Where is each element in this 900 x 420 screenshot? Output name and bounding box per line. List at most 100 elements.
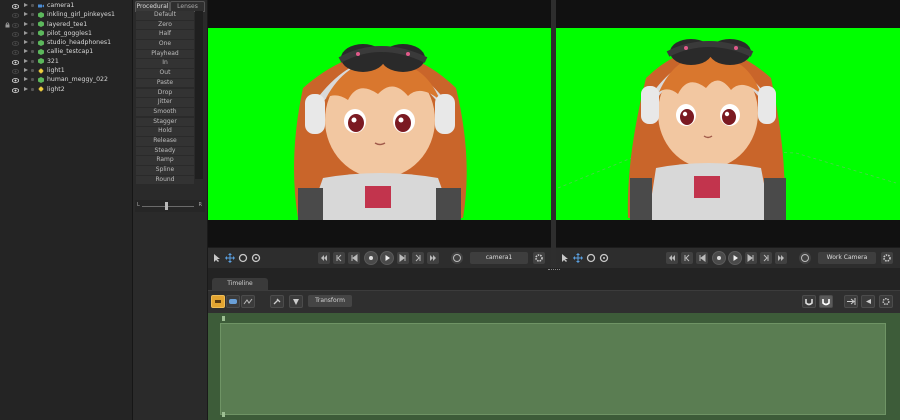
slider-handle[interactable] bbox=[165, 202, 168, 210]
influence-slider[interactable]: L R bbox=[135, 200, 205, 212]
preset-item[interactable]: Drop bbox=[136, 88, 194, 99]
range-start-marker[interactable] bbox=[222, 316, 225, 321]
outliner-row[interactable]: light1 bbox=[0, 66, 132, 75]
fit-range-button[interactable] bbox=[844, 295, 858, 308]
render-toggle-icon[interactable] bbox=[31, 4, 34, 7]
go-end-button[interactable] bbox=[427, 252, 439, 264]
camera-selector[interactable]: Work Camera bbox=[818, 252, 876, 264]
prev-key-button[interactable] bbox=[333, 252, 345, 264]
bake-key-button[interactable] bbox=[289, 295, 303, 308]
expand-arrow-icon[interactable] bbox=[24, 68, 28, 73]
magnet-snap-button[interactable] bbox=[802, 295, 816, 308]
range-end-marker[interactable] bbox=[222, 412, 225, 417]
preset-item[interactable]: Stagger bbox=[136, 117, 194, 128]
visibility-eye-icon[interactable] bbox=[11, 40, 20, 47]
play-button[interactable] bbox=[728, 251, 742, 265]
render-toggle-icon[interactable] bbox=[31, 13, 34, 17]
preset-item[interactable]: Jitter bbox=[136, 98, 194, 108]
orbit-tool-icon[interactable] bbox=[599, 253, 609, 263]
render-toggle-icon[interactable] bbox=[31, 41, 34, 45]
render-toggle-icon[interactable] bbox=[31, 87, 34, 91]
move-tool-icon[interactable] bbox=[225, 253, 235, 263]
expand-arrow-icon[interactable] bbox=[24, 86, 28, 91]
panel-resize-grip[interactable] bbox=[548, 269, 560, 273]
graph-mode-button[interactable] bbox=[241, 295, 255, 308]
rotate-tool-icon[interactable] bbox=[238, 253, 248, 263]
outliner-row[interactable]: inkling_girl_pinkeyes1 bbox=[0, 10, 132, 19]
visibility-eye-icon[interactable] bbox=[11, 77, 20, 84]
expand-arrow-icon[interactable] bbox=[24, 40, 28, 45]
prev-frame-button[interactable] bbox=[696, 252, 708, 264]
play-button[interactable] bbox=[380, 251, 394, 265]
preset-item[interactable]: Out bbox=[136, 69, 194, 79]
preset-item[interactable]: Half bbox=[136, 30, 194, 40]
viewport-left[interactable]: camera1 bbox=[208, 0, 551, 268]
orbit-tool-icon[interactable] bbox=[251, 253, 261, 263]
preset-item[interactable]: Smooth bbox=[136, 107, 194, 118]
go-end-button[interactable] bbox=[775, 252, 787, 264]
prev-key-button[interactable] bbox=[681, 252, 693, 264]
preset-item[interactable]: Default bbox=[136, 11, 194, 21]
expand-arrow-icon[interactable] bbox=[24, 12, 28, 17]
render-toggle-icon[interactable] bbox=[31, 31, 34, 35]
render-settings-icon[interactable] bbox=[799, 252, 811, 264]
outliner-row[interactable]: camera1 bbox=[0, 1, 132, 10]
channel-dropdown[interactable]: Transform bbox=[308, 295, 352, 307]
visibility-eye-icon[interactable] bbox=[11, 31, 20, 37]
next-key-button[interactable] bbox=[760, 252, 772, 264]
outliner-row[interactable]: pilot_goggles1 bbox=[0, 29, 132, 38]
expand-arrow-icon[interactable] bbox=[24, 30, 28, 35]
render-toggle-icon[interactable] bbox=[31, 69, 34, 73]
keyframe-mode-button[interactable] bbox=[211, 295, 225, 308]
expand-arrow-icon[interactable] bbox=[24, 58, 28, 63]
next-key-button[interactable] bbox=[412, 252, 424, 264]
viewport-gear-icon[interactable] bbox=[533, 252, 545, 264]
render-settings-icon[interactable] bbox=[451, 252, 463, 264]
render-toggle-icon[interactable] bbox=[31, 22, 34, 26]
preset-item[interactable]: Paste bbox=[136, 78, 194, 89]
go-start-button[interactable] bbox=[318, 252, 330, 264]
select-tool-icon[interactable] bbox=[212, 253, 222, 263]
tab-timeline[interactable]: Timeline bbox=[212, 278, 268, 290]
visibility-eye-icon[interactable] bbox=[11, 59, 20, 65]
timeline-track[interactable] bbox=[220, 323, 886, 415]
set-key-button[interactable] bbox=[270, 295, 284, 308]
preset-scrollbar[interactable] bbox=[195, 11, 203, 179]
preset-item[interactable]: One bbox=[136, 40, 194, 50]
outliner-row[interactable]: human_meggy_022 bbox=[0, 75, 132, 84]
visibility-eye-icon[interactable] bbox=[11, 68, 20, 74]
timeline-track-area[interactable] bbox=[208, 313, 900, 420]
visibility-eye-icon[interactable] bbox=[11, 12, 20, 19]
timeline-gear-icon[interactable] bbox=[879, 295, 893, 308]
viewport-right[interactable]: Work Camera bbox=[556, 0, 900, 268]
lock-icon[interactable] bbox=[5, 21, 10, 28]
auto-key-button[interactable] bbox=[819, 295, 833, 308]
outliner-row[interactable]: light2 bbox=[0, 85, 132, 94]
preset-item[interactable]: Round bbox=[136, 175, 194, 186]
render-toggle-icon[interactable] bbox=[31, 78, 34, 82]
loop-toggle-button[interactable] bbox=[861, 295, 875, 308]
stop-button[interactable] bbox=[712, 251, 726, 265]
select-tool-icon[interactable] bbox=[560, 253, 570, 263]
preset-item[interactable]: Steady bbox=[136, 146, 194, 157]
outliner-row[interactable]: callie_testcap1 bbox=[0, 47, 132, 56]
rotate-tool-icon[interactable] bbox=[586, 253, 596, 263]
visibility-eye-icon[interactable] bbox=[11, 22, 20, 28]
prev-frame-button[interactable] bbox=[348, 252, 360, 264]
preset-item[interactable]: Playhead bbox=[136, 49, 194, 60]
expand-arrow-icon[interactable] bbox=[24, 49, 28, 54]
outliner-row[interactable]: 321 bbox=[0, 57, 132, 66]
preset-item[interactable]: Hold bbox=[136, 127, 194, 137]
camera-selector[interactable]: camera1 bbox=[470, 252, 528, 264]
render-view[interactable] bbox=[556, 28, 900, 220]
next-frame-button[interactable] bbox=[397, 252, 409, 264]
preset-item[interactable]: Zero bbox=[136, 20, 194, 31]
preset-item[interactable]: Spline bbox=[136, 166, 194, 176]
visibility-eye-icon[interactable] bbox=[11, 49, 20, 56]
render-view[interactable] bbox=[208, 28, 551, 220]
outliner-row[interactable]: layered_tee1 bbox=[0, 20, 132, 29]
render-toggle-icon[interactable] bbox=[31, 59, 34, 63]
visibility-eye-icon[interactable] bbox=[11, 87, 20, 93]
expand-arrow-icon[interactable] bbox=[24, 3, 28, 7]
next-frame-button[interactable] bbox=[745, 252, 757, 264]
